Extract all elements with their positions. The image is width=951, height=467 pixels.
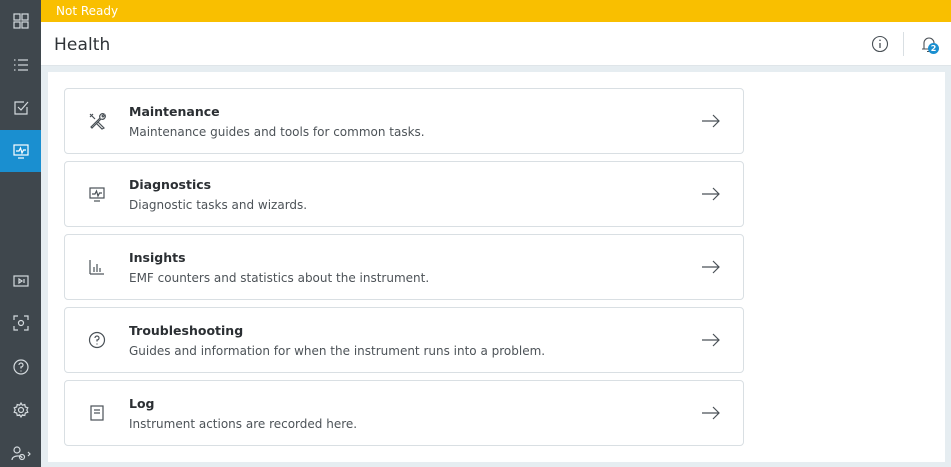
card-description: Instrument actions are recorded here. [129,417,358,431]
card-title: Insights [129,250,186,265]
arrow-right-icon [701,113,721,129]
notification-count-badge: 2 [928,43,939,54]
user-settings-icon [10,446,31,461]
monitor-pulse-icon [87,184,107,204]
settings-icon [12,401,29,419]
status-text: Not Ready [56,4,119,18]
rail-help-button[interactable] [0,346,41,388]
rail-dashboard-button[interactable] [0,0,41,42]
bar-chart-icon [87,257,107,277]
card-troubleshooting[interactable]: Troubleshooting Guides and information f… [64,307,744,373]
header-divider [903,32,904,56]
camera-focus-icon [12,315,29,331]
help-icon [12,359,29,375]
rail-user-settings-button[interactable] [0,432,41,467]
card-title: Log [129,396,155,411]
card-diagnostics[interactable]: Diagnostics Diagnostic tasks and wizards… [64,161,744,227]
checkbox-icon [13,101,28,115]
card-title: Maintenance [129,104,220,119]
card-title: Troubleshooting [129,323,244,338]
media-player-icon [12,275,29,287]
side-rail [0,0,41,467]
tools-icon [87,111,107,131]
card-description: Maintenance guides and tools for common … [129,125,425,139]
question-icon [87,330,107,350]
health-content: Maintenance Maintenance guides and tools… [48,72,945,462]
card-maintenance[interactable]: Maintenance Maintenance guides and tools… [64,88,744,154]
dashboard-grid-icon [12,13,29,29]
arrow-right-icon [701,405,721,421]
health-monitor-icon [12,144,29,159]
arrow-right-icon [701,259,721,275]
rail-settings-button[interactable] [0,389,41,431]
card-insights[interactable]: Insights EMF counters and statistics abo… [64,234,744,300]
rail-camera-button[interactable] [0,302,41,344]
arrow-right-icon [701,332,721,348]
page-header: Health 2 [41,22,951,66]
arrow-right-icon [701,186,721,202]
page-title: Health [54,35,111,55]
rail-health-button[interactable] [0,130,41,172]
card-description: Guides and information for when the inst… [129,344,546,358]
card-log[interactable]: Log Instrument actions are recorded here… [64,380,744,446]
rail-tasks-button[interactable] [0,87,41,129]
rail-list-button[interactable] [0,44,41,86]
rail-media-button[interactable] [0,260,41,302]
instrument-status-banner: Not Ready [41,0,951,22]
card-title: Diagnostics [129,177,212,192]
document-icon [87,403,107,423]
card-description: Diagnostic tasks and wizards. [129,198,308,212]
card-description: EMF counters and statistics about the in… [129,271,430,285]
list-icon [13,59,28,71]
info-icon[interactable] [871,35,889,53]
